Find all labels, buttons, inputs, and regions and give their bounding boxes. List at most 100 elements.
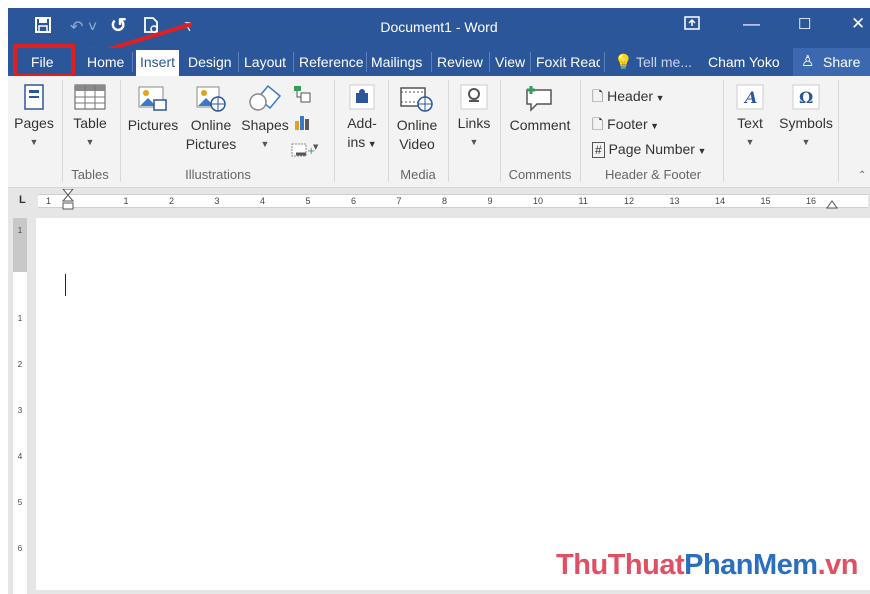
footer-button[interactable]: 🗋 Footer ▼: [592, 114, 659, 138]
ruler-number: 1: [46, 196, 52, 206]
online-video-icon: [400, 87, 433, 112]
tab-selector-icon[interactable]: L: [19, 194, 26, 206]
ruler-number: 4: [17, 452, 23, 461]
header-button[interactable]: 🗋 Header ▼: [592, 86, 665, 110]
svg-text:▼: ▼: [313, 143, 319, 151]
close-icon[interactable]: ✕: [851, 14, 865, 34]
chart-icon[interactable]: [292, 112, 312, 132]
ruler-number: 3: [214, 196, 220, 206]
footer-icon: 🗋: [592, 116, 604, 132]
share-label: Share: [823, 54, 861, 70]
online-pictures-button[interactable]: Online Pictures: [184, 84, 238, 154]
links-label: Links: [457, 115, 491, 131]
online-pictures-label-1: Online: [190, 117, 232, 133]
page-number-button[interactable]: # Page Number ▼: [592, 141, 706, 158]
ruler-number: 2: [17, 360, 23, 369]
ruler-number: 1: [17, 314, 23, 323]
online-video-label-2: Video: [399, 136, 435, 152]
vertical-ruler: 1 1 2 3 4 5 6: [8, 214, 30, 594]
right-indent-icon[interactable]: [826, 197, 838, 209]
smartart-icon[interactable]: [292, 84, 312, 104]
ruler-number: 3: [17, 406, 23, 415]
shapes-button[interactable]: Shapes ▼: [238, 84, 292, 154]
table-button[interactable]: Table ▼: [68, 84, 112, 152]
ribbon-display-options-icon[interactable]: [684, 16, 700, 33]
indent-marker-icon[interactable]: [62, 189, 74, 215]
ruler-number: 1: [123, 196, 129, 206]
add-ins-button[interactable]: Add- ins ▼: [340, 84, 384, 154]
tab-foxit-reader[interactable]: Foxit Reac: [536, 54, 600, 70]
file-tab-highlight: [13, 44, 75, 78]
tab-insert[interactable]: Insert: [136, 50, 180, 76]
ruler-number: 8: [442, 196, 448, 206]
online-pictures-label-2: Pictures: [185, 136, 237, 152]
ruler-number: 11: [578, 196, 588, 206]
ruler-number: 13: [669, 196, 680, 206]
person-icon: ♙: [801, 53, 815, 70]
pages-button[interactable]: Pages ▼: [12, 84, 56, 152]
lightbulb-icon[interactable]: 💡: [614, 53, 633, 71]
store-icon: [349, 84, 375, 110]
watermark: ThuThuatPhanMem.vn: [556, 549, 858, 581]
comment-label: Comment: [509, 117, 571, 133]
tab-mailings[interactable]: Mailings: [371, 54, 422, 70]
tell-me-input[interactable]: Tell me...: [636, 54, 692, 70]
shapes-icon: [249, 84, 282, 111]
shapes-label: Shapes: [241, 117, 289, 133]
table-icon: [74, 84, 106, 110]
document-canvas: ThuThuatPhanMem.vn: [30, 214, 870, 594]
tab-view[interactable]: View: [495, 54, 525, 70]
link-icon: [460, 84, 488, 110]
pages-label: Pages: [14, 115, 54, 131]
svg-text:Ω: Ω: [799, 88, 813, 107]
tab-layout[interactable]: Layout: [244, 54, 286, 70]
add-ins-label-2: ins: [347, 134, 366, 150]
ruler-number: 12: [624, 196, 635, 206]
ruler-number: 5: [305, 196, 311, 206]
screenshot-icon[interactable]: +▼: [290, 140, 320, 160]
pictures-button[interactable]: Pictures: [126, 84, 180, 135]
tab-references[interactable]: Reference: [299, 54, 363, 70]
pictures-icon: [138, 86, 167, 111]
footer-label: Footer: [607, 116, 648, 132]
horizontal-ruler: L 1 1 2 3 4 5 6 7 8 9 10 11 12 13 14 15 16: [8, 188, 870, 214]
text-button[interactable]: A Text ▼: [728, 84, 772, 152]
ruler-number: 1: [17, 226, 23, 235]
comment-button[interactable]: Comment: [504, 84, 576, 135]
user-name[interactable]: Cham Yoko: [708, 54, 780, 70]
ruler-number: 5: [17, 498, 23, 507]
symbols-button[interactable]: Ω Symbols ▼: [778, 84, 834, 152]
group-illustrations: Illustrations: [185, 167, 251, 182]
ribbon-insert: Pages ▼ Table ▼ Tables Pictures Online P…: [8, 76, 870, 188]
page-number-label: Page Number: [608, 141, 695, 157]
online-video-button[interactable]: Online Video: [392, 84, 442, 154]
table-label: Table: [73, 115, 107, 131]
omega-icon: Ω: [792, 84, 820, 110]
ruler-number: 7: [396, 196, 402, 206]
header-icon: 🗋: [592, 88, 604, 104]
tab-design[interactable]: Design: [188, 54, 232, 70]
ruler-number: 6: [351, 196, 357, 206]
tab-home[interactable]: Home: [87, 54, 124, 70]
text-cursor: [65, 274, 66, 296]
ruler-number: 14: [715, 196, 726, 206]
tab-review[interactable]: Review: [437, 54, 483, 70]
ribbon-tabs: File Home Insert Design Layout Reference…: [8, 48, 870, 76]
svg-text:A: A: [743, 88, 757, 107]
group-media: Media: [400, 167, 436, 182]
share-button[interactable]: ♙ Share: [793, 48, 870, 76]
ruler-number: 2: [169, 196, 175, 206]
maximize-icon[interactable]: ☐: [798, 15, 811, 33]
pictures-label: Pictures: [127, 117, 179, 133]
ruler-number: 10: [533, 196, 544, 206]
minimize-icon[interactable]: —: [743, 14, 760, 34]
text-label: Text: [737, 115, 763, 131]
group-header-footer: Header & Footer: [604, 167, 702, 182]
collapse-ribbon-icon[interactable]: ⌃: [858, 170, 866, 181]
document-page[interactable]: ThuThuatPhanMem.vn: [36, 218, 870, 590]
symbols-label: Symbols: [779, 115, 833, 131]
links-button[interactable]: Links ▼: [452, 84, 496, 152]
comment-icon: [526, 86, 552, 112]
ruler-number: 6: [17, 544, 23, 553]
online-pictures-icon: [196, 86, 226, 112]
